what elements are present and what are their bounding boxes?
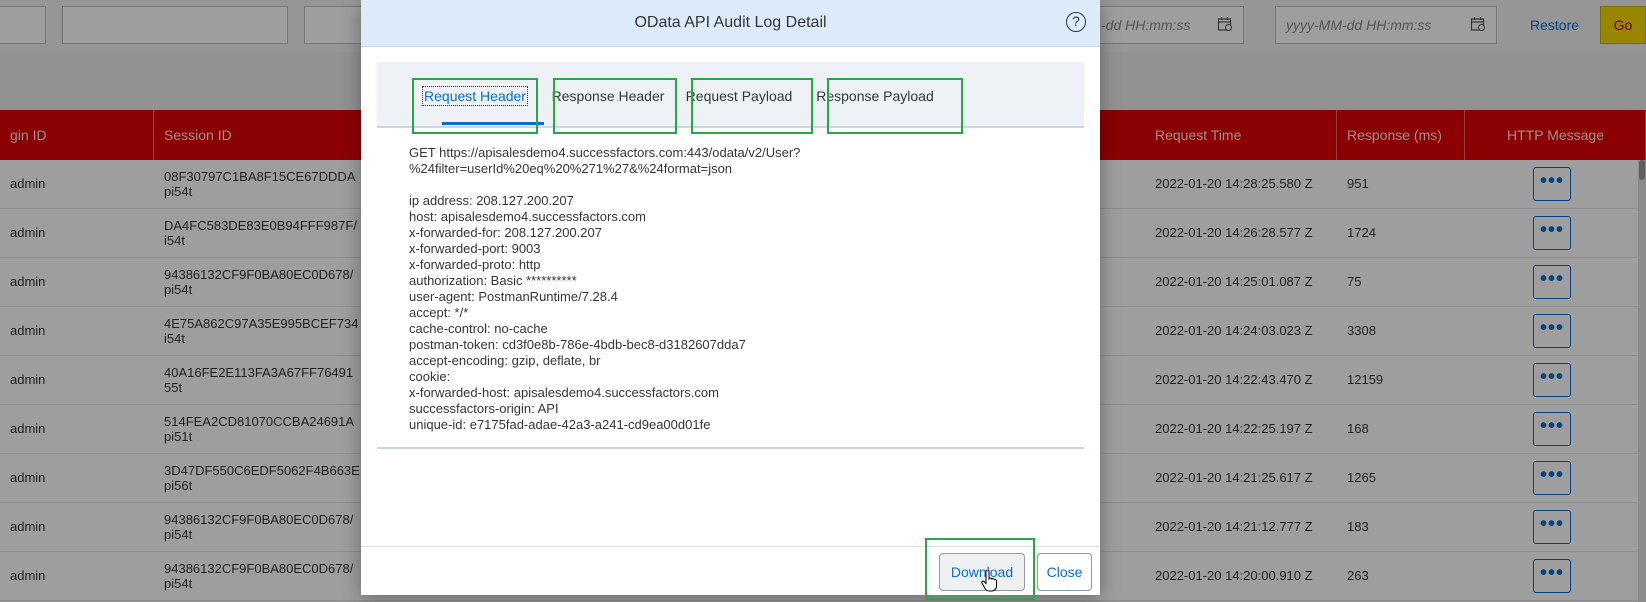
request-line-continued: %24filter=userId%20eq%20%271%27&%24forma… [409, 161, 733, 176]
help-icon[interactable]: ? [1066, 12, 1086, 32]
dialog-header: OData API Audit Log Detail ? [361, 0, 1100, 47]
close-button[interactable]: Close [1037, 553, 1092, 591]
request-header-content: GET https://apisalesdemo4.successfactors… [409, 145, 1069, 433]
tab-response-header[interactable]: Response Header [549, 80, 667, 112]
header-line: x-forwarded-for: 208.127.200.207 [409, 225, 602, 240]
header-line: postman-token: cd3f0e8b-786e-4bdb-bec8-d… [409, 337, 746, 352]
tab-label: Request Header [422, 86, 528, 106]
tab-request-payload[interactable]: Request Payload [683, 80, 795, 112]
detail-tabbar: Request Header Response Header Request P… [377, 62, 1084, 128]
header-line: user-agent: PostmanRuntime/7.28.4 [409, 289, 618, 304]
hand-cursor-icon [981, 570, 997, 592]
header-line: cookie: [409, 369, 451, 384]
header-line: x-forwarded-proto: http [409, 257, 541, 272]
audit-log-detail-dialog: OData API Audit Log Detail ? Request Hea… [361, 0, 1100, 600]
header-line: accept: */* [409, 305, 469, 320]
header-line: successfactors-origin: API [409, 401, 559, 416]
header-line: cache-control: no-cache [409, 321, 548, 336]
header-line: ip address: 208.127.200.207 [409, 193, 574, 208]
tab-request-header[interactable]: Request Header [417, 80, 533, 112]
header-line: host: apisalesdemo4.successfactors.com [409, 209, 646, 224]
content-divider [377, 447, 1084, 449]
header-line: x-forwarded-host: apisalesdemo4.successf… [409, 385, 719, 400]
header-line: accept-encoding: gzip, deflate, br [409, 353, 601, 368]
header-line: authorization: Basic ********** [409, 273, 577, 288]
dialog-title: OData API Audit Log Detail [634, 14, 827, 31]
tab-response-payload[interactable]: Response Payload [811, 80, 939, 112]
active-tab-indicator [442, 122, 544, 125]
request-line: GET https://apisalesdemo4.successfactors… [409, 145, 801, 160]
header-line: x-forwarded-port: 9003 [409, 241, 541, 256]
header-line: unique-id: e7175fad-adae-42a3-a241-cd9ea… [409, 417, 711, 432]
